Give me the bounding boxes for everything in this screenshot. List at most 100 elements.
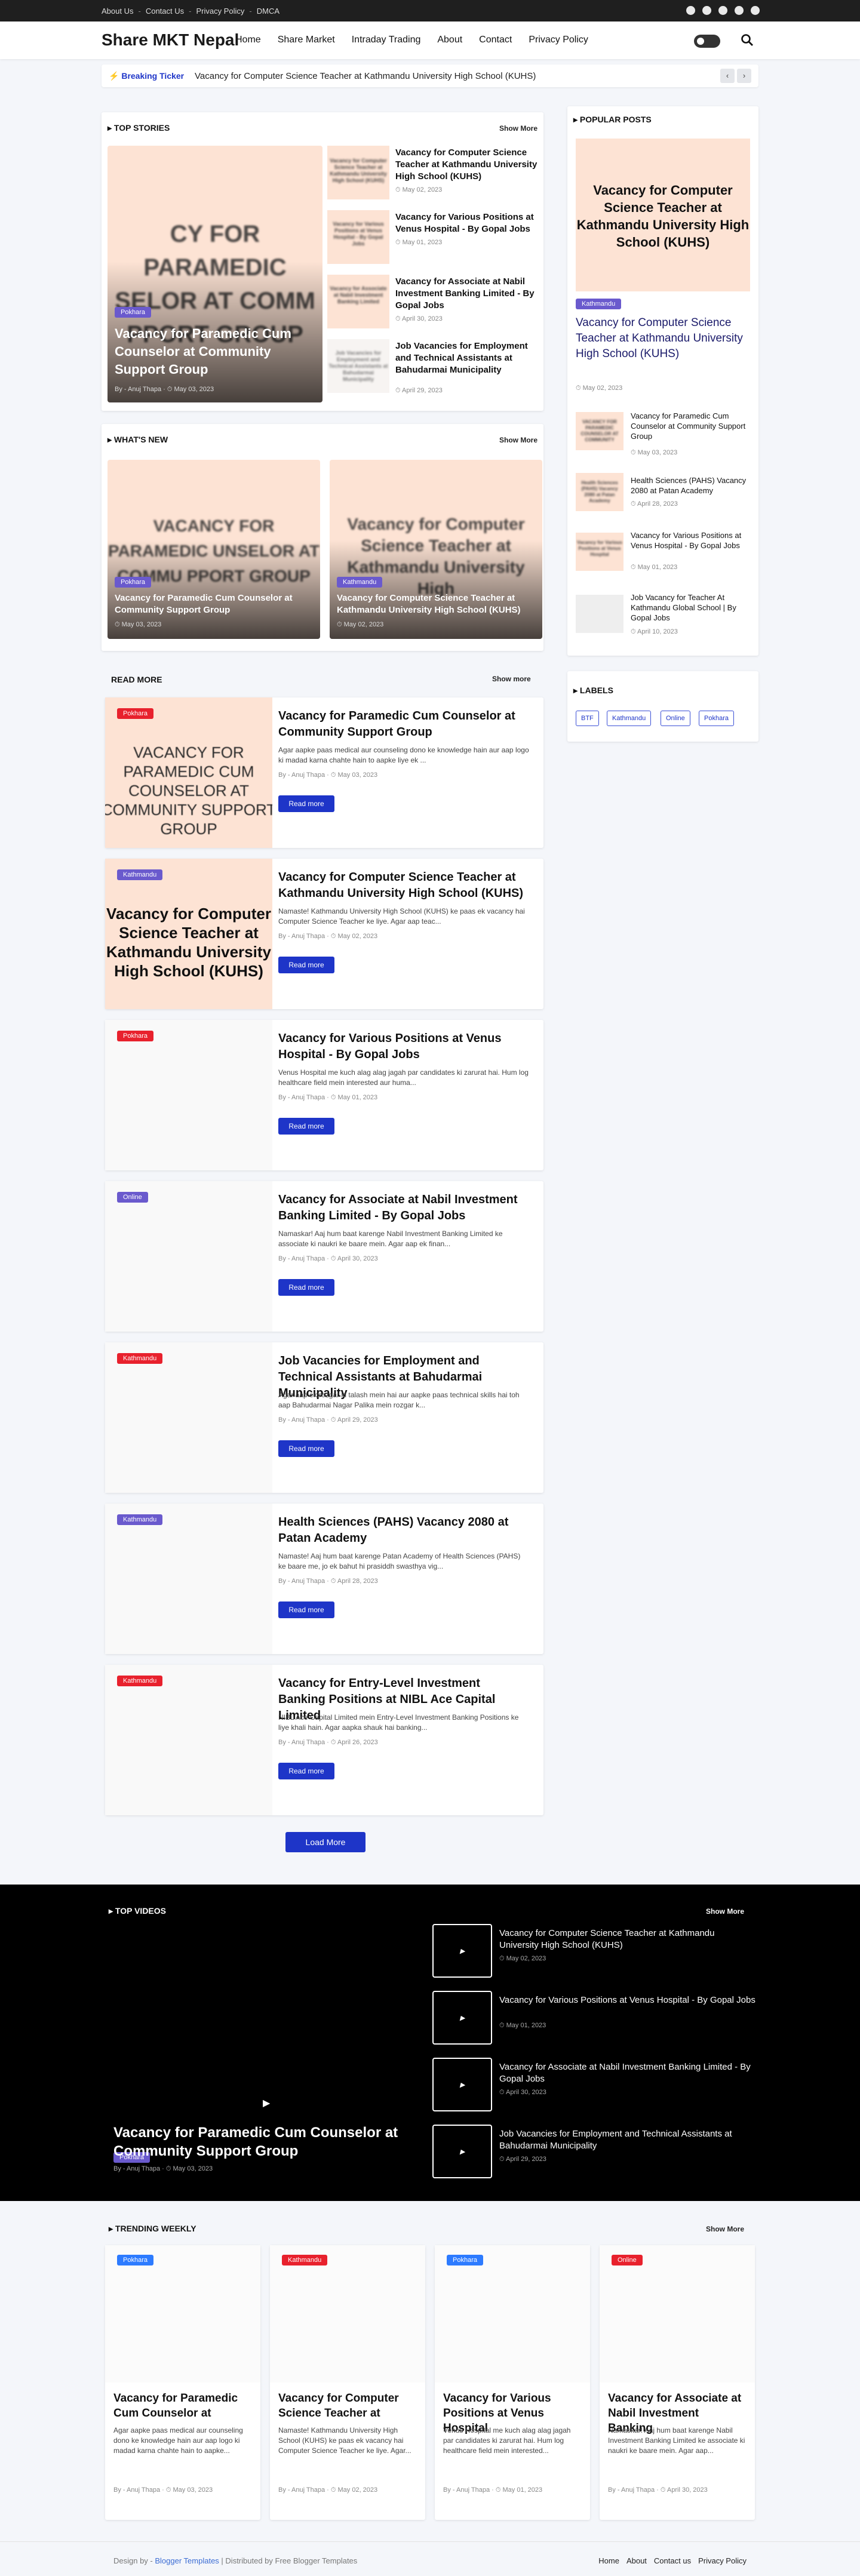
trending-badge[interactable]: Kathmandu [282,2255,328,2265]
post-thumb[interactable]: VACANCY FOR PARAMEDIC CUM COUNSELOR AT C… [105,697,272,848]
post-card[interactable]: Kathmandu Vacancy for Entry-Level Invest… [105,1665,543,1815]
read-more-button[interactable]: Read more [278,1601,334,1618]
video-main-title[interactable]: Vacancy for Paramedic Cum Counselor at C… [113,2123,424,2160]
site-logo[interactable]: Share MKT Nepal [102,30,239,50]
post-badge[interactable]: Kathmandu [117,1353,163,1364]
post-badge[interactable]: Online [117,1192,148,1203]
popular-post-title[interactable]: Health Sciences (PAHS) Vacancy 2080 at P… [631,475,750,496]
footer-blogger-templates-link[interactable]: Blogger Templates [155,2556,219,2565]
video-title[interactable]: Job Vacancies for Employment and Technic… [499,2128,756,2152]
popular-post-title[interactable]: Vacancy for Paramedic Cum Counselor at C… [631,411,750,441]
read-more-button[interactable]: Read more [278,1279,334,1296]
top-stories-show-more[interactable]: Show More [499,124,538,133]
trending-card[interactable]: Kathmandu Vacancy for Computer Science T… [270,2245,425,2520]
post-title[interactable]: Vacancy for Paramedic Cum Counselor at C… [278,708,529,740]
trending-title[interactable]: Vacancy for Computer Science Teacher at [278,2391,417,2421]
trending-title[interactable]: Vacancy for Paramedic Cum Counselor at [113,2391,252,2421]
whats-new-item[interactable]: VACANCY FOR PARAMEDIC UNSELOR AT COMMU P… [108,460,320,639]
post-thumb[interactable] [105,1342,272,1493]
top-link-contact[interactable]: Contact Us [146,7,184,16]
facebook-icon[interactable] [686,6,695,15]
read-more-show-more[interactable]: Show more [492,675,531,683]
whats-new-item[interactable]: Vacancy for Computer Science Teacher at … [330,460,542,639]
trending-thumb[interactable] [600,2245,755,2383]
top-story-main[interactable]: CY FOR PARAMEDIC SELOR AT COMM PPORT GRO… [108,146,322,402]
top-link-about[interactable]: About Us [102,7,133,16]
post-thumb[interactable] [105,1504,272,1654]
video-thumb[interactable]: ▶ [432,2058,492,2111]
post-badge[interactable]: Kathmandu [117,1514,163,1525]
footer-link-privacy[interactable]: Privacy Policy [698,2556,747,2565]
top-story-thumb[interactable]: Vacancy for Computer Science Teacher at … [327,146,389,199]
trending-card[interactable]: Online Vacancy for Associate at Nabil In… [600,2245,755,2520]
trending-card[interactable]: Pokhara Vacancy for Paramedic Cum Counse… [105,2245,260,2520]
search-icon[interactable] [741,33,754,47]
footer-distributed[interactable]: Distributed by Free Blogger Templates [225,2556,357,2565]
top-story-title[interactable]: Job Vacancies for Employment and Technic… [395,340,538,376]
top-story-title[interactable]: Vacancy for Associate at Nabil Investmen… [395,276,538,312]
ticker-prev-button[interactable]: ‹ [720,69,735,83]
post-thumb[interactable] [105,1181,272,1332]
popular-post-thumb[interactable]: Vacancy for Various Positions at Venus H… [576,533,624,571]
post-card[interactable]: Kathmandu Job Vacancies for Employment a… [105,1342,543,1493]
label-btf[interactable]: BTF [576,711,599,726]
post-thumb[interactable] [105,1665,272,1815]
trending-card[interactable]: Pokhara Vacancy for Various Positions at… [435,2245,590,2520]
reddit-icon[interactable] [718,6,727,15]
post-title[interactable]: Health Sciences (PAHS) Vacancy 2080 at P… [278,1514,529,1547]
post-card[interactable]: Kathmandu Health Sciences (PAHS) Vacancy… [105,1504,543,1654]
top-link-dmca[interactable]: DMCA [257,7,280,16]
video-title[interactable]: Vacancy for Computer Science Teacher at … [499,1928,756,1951]
post-title[interactable]: Vacancy for Computer Science Teacher at … [278,869,529,902]
label-kathmandu[interactable]: Kathmandu [607,711,652,726]
popular-featured-title[interactable]: Vacancy for Computer Science Teacher at … [576,315,749,362]
popular-post-thumb[interactable]: VACANCY FOR PARAMEDIC COUNSELOR AT COMMU… [576,412,624,450]
post-title[interactable]: Vacancy for Associate at Nabil Investmen… [278,1192,529,1224]
post-title[interactable]: Vacancy for Various Positions at Venus H… [278,1031,529,1063]
ticker-next-button[interactable]: › [737,69,751,83]
top-story-title[interactable]: Vacancy for Computer Science Teacher at … [395,147,538,183]
footer-link-about[interactable]: About [626,2556,647,2565]
top-story-thumb[interactable]: Job Vacancies for Employment and Technic… [327,339,389,393]
nav-contact[interactable]: Contact [479,35,512,45]
footer-link-contact[interactable]: Contact us [654,2556,691,2565]
label-online[interactable]: Online [661,711,690,726]
nav-home[interactable]: Home [235,35,261,45]
trending-thumb[interactable] [270,2245,425,2383]
video-title[interactable]: Vacancy for Various Positions at Venus H… [499,1994,756,2006]
footer-link-home[interactable]: Home [598,2556,619,2565]
nav-intraday-trading[interactable]: Intraday Trading [352,35,421,45]
read-more-button[interactable]: Read more [278,795,334,812]
post-badge[interactable]: Kathmandu [117,1676,163,1686]
whatsapp-icon[interactable] [702,6,711,15]
ticker-text[interactable]: Vacancy for Computer Science Teacher at … [195,71,536,81]
post-card[interactable]: VACANCY FOR PARAMEDIC CUM COUNSELOR AT C… [105,697,543,848]
top-link-privacy[interactable]: Privacy Policy [196,7,244,16]
post-badge[interactable]: Pokhara [117,1031,153,1041]
telegram-icon[interactable] [751,6,760,15]
whats-new-title[interactable]: Vacancy for Computer Science Teacher at … [337,592,534,616]
nav-share-market[interactable]: Share Market [278,35,335,45]
top-story-thumb[interactable]: Vacancy for Various Positions at Venus H… [327,210,389,264]
post-card[interactable]: Vacancy for Computer Science Teacher at … [105,859,543,1009]
whats-new-title[interactable]: Vacancy for Paramedic Cum Counselor at C… [115,592,312,616]
trending-badge[interactable]: Pokhara [117,2255,153,2265]
nav-about[interactable]: About [437,35,462,45]
read-more-button[interactable]: Read more [278,1118,334,1135]
trending-badge[interactable]: Online [612,2255,643,2265]
label-pokhara[interactable]: Pokhara [699,711,734,726]
top-story-thumb[interactable]: Vacancy for Associate at Nabil Investmen… [327,275,389,328]
top-story-main-title[interactable]: Vacancy for Paramedic Cum Counselor at C… [115,325,318,379]
video-thumb[interactable]: ▶ [432,1991,492,2045]
play-icon[interactable]: ▶ [263,2097,270,2109]
post-card[interactable]: Online Vacancy for Associate at Nabil In… [105,1181,543,1332]
popular-post-title[interactable]: Job Vacancy for Teacher At Kathmandu Glo… [631,592,750,623]
top-story-main-badge[interactable]: Pokhara [115,307,151,318]
trending-show-more[interactable]: Show More [706,2225,744,2233]
whats-new-badge[interactable]: Pokhara [115,577,151,588]
post-card[interactable]: Pokhara Vacancy for Various Positions at… [105,1020,543,1170]
trending-thumb[interactable] [105,2245,260,2383]
popular-featured-thumb[interactable]: Vacancy for Computer Science Teacher at … [576,139,750,291]
read-more-button[interactable]: Read more [278,957,334,973]
top-story-title[interactable]: Vacancy for Various Positions at Venus H… [395,211,538,235]
